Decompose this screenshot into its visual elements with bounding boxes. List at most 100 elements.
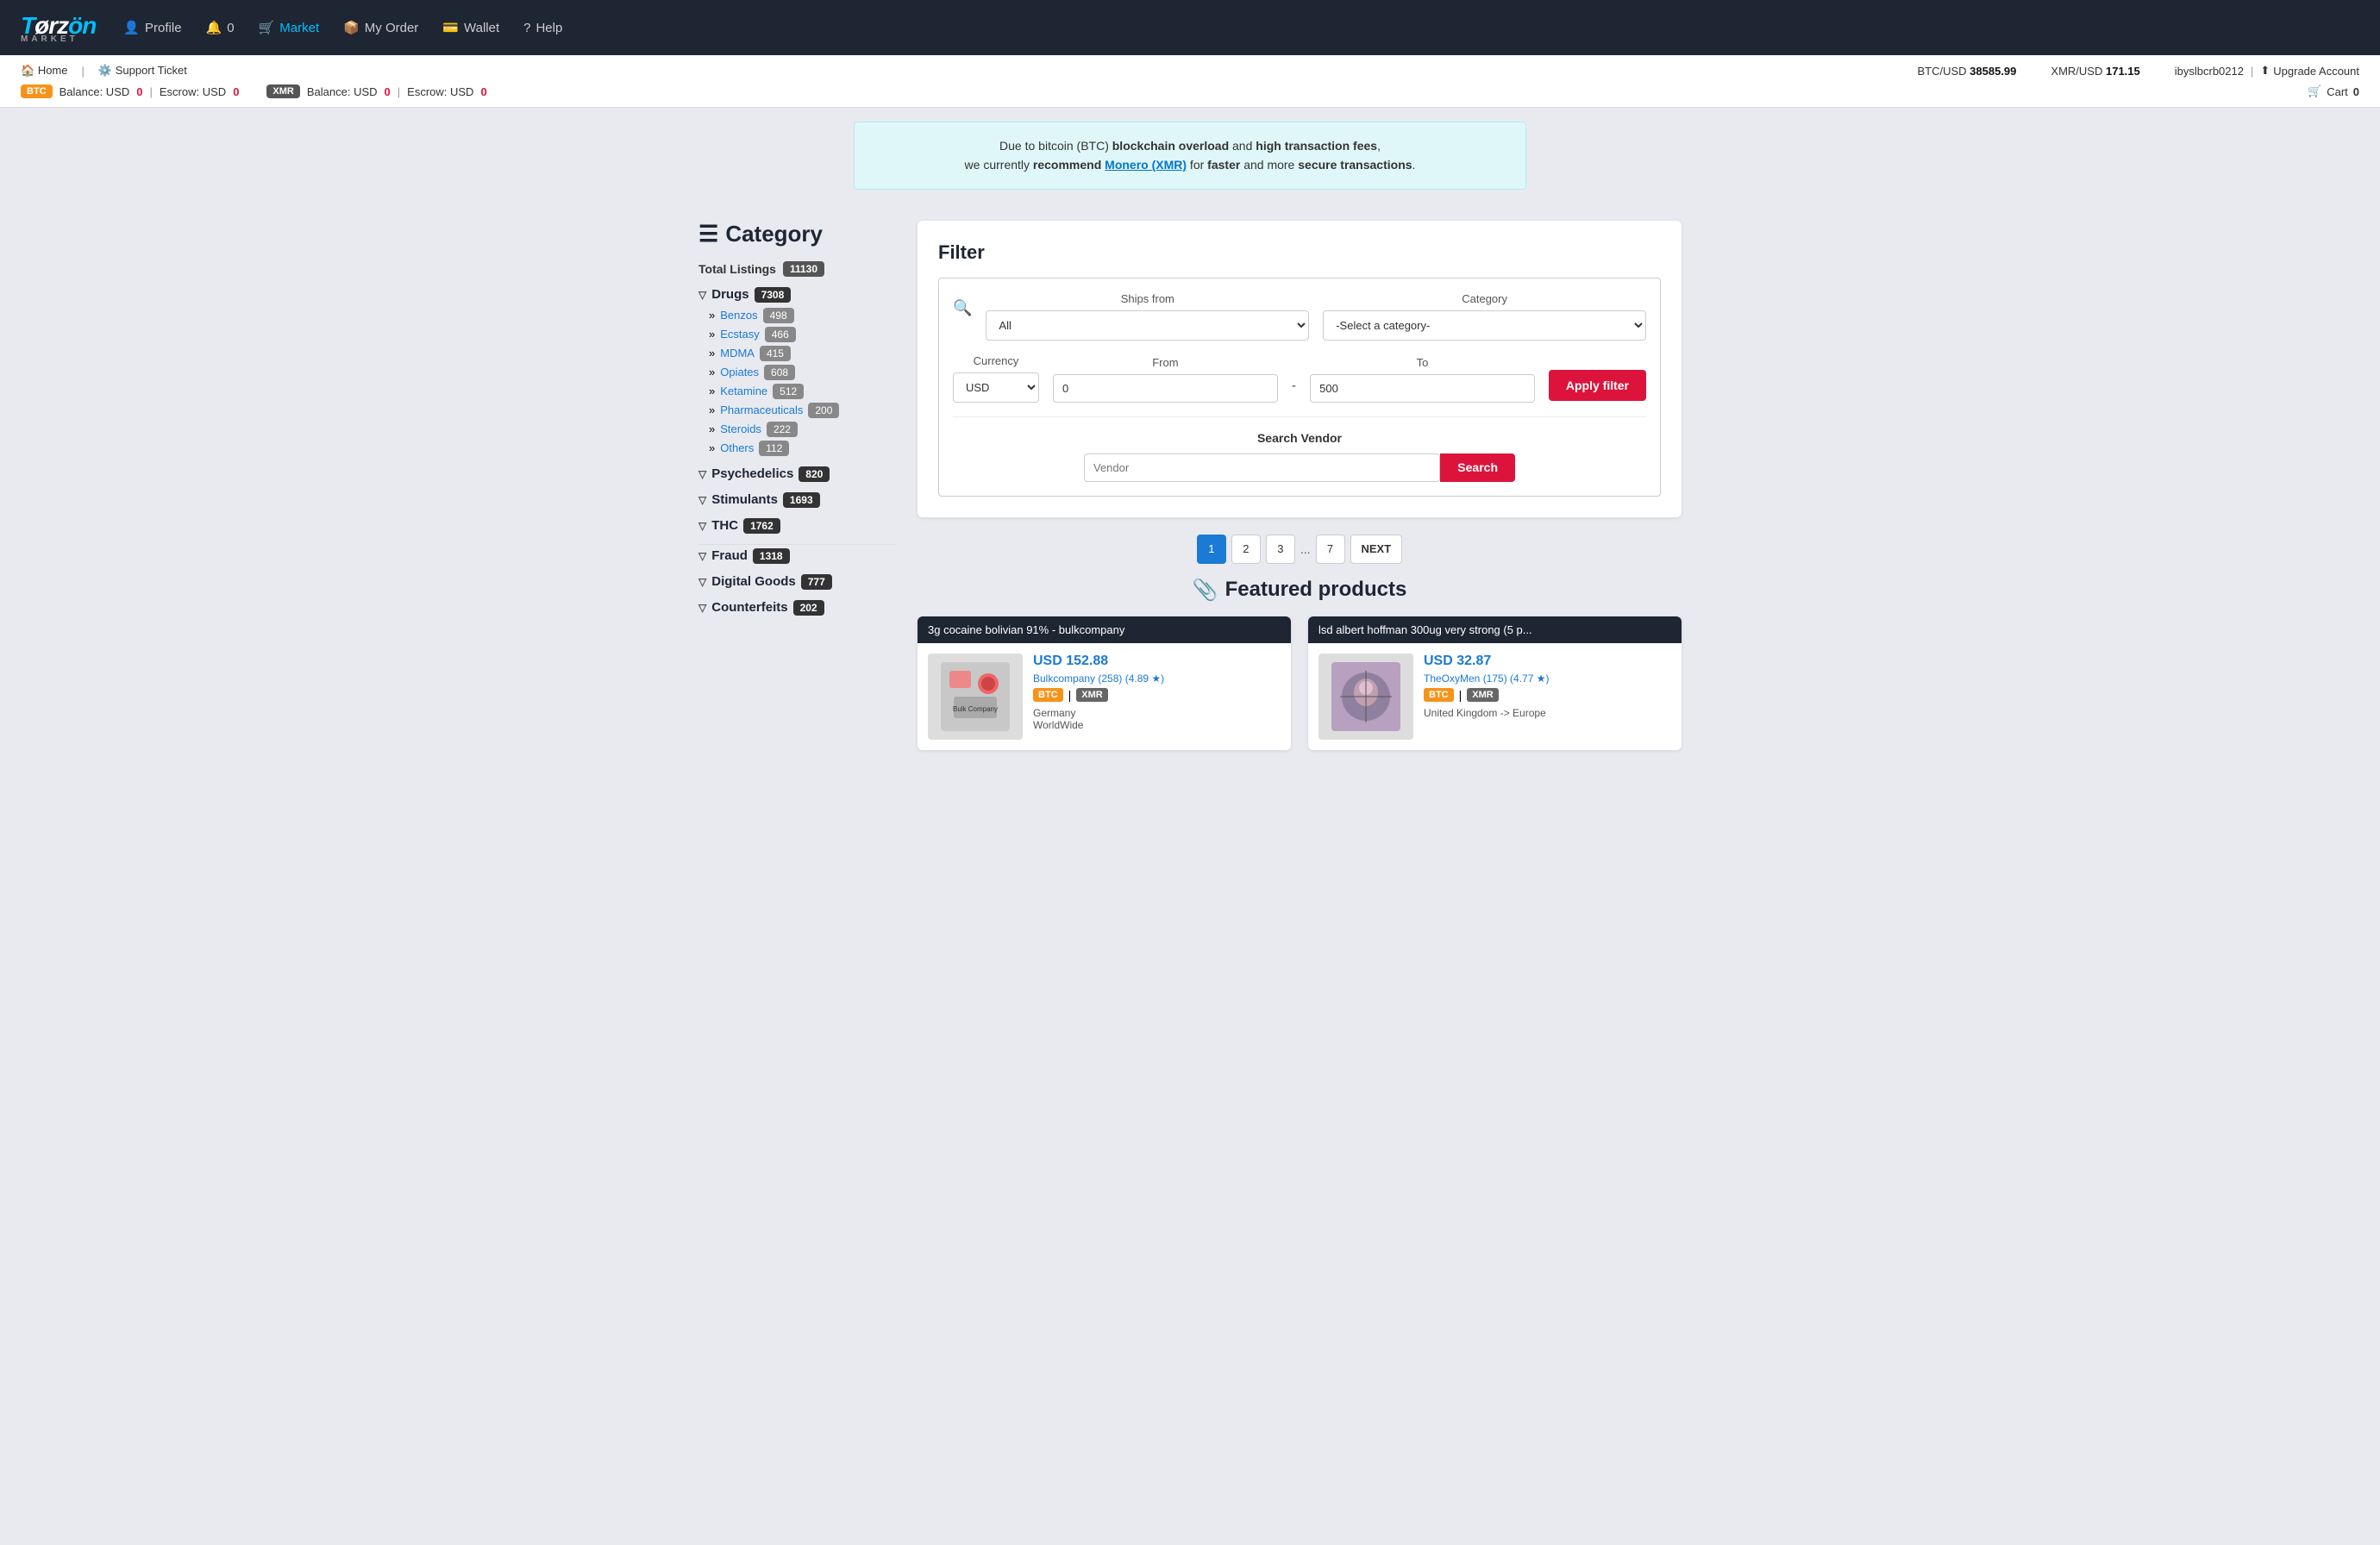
product-2-coins: BTC | XMR xyxy=(1424,688,1671,702)
apply-filter-button[interactable]: Apply filter xyxy=(1549,370,1646,401)
support-icon: ⚙️ xyxy=(98,64,112,77)
category-digital-goods: ▽ Digital Goods 777 xyxy=(698,574,897,590)
currency-label: Currency xyxy=(953,354,1039,367)
drugs-count: 7308 xyxy=(755,287,792,303)
list-item: » MDMA 415 xyxy=(709,346,897,361)
from-label: From xyxy=(1053,356,1278,369)
subcat-mdma[interactable]: MDMA xyxy=(720,347,755,360)
nav-myorder[interactable]: 📦 My Order xyxy=(343,20,418,35)
cat-header-stimulants[interactable]: ▽ Stimulants 1693 xyxy=(698,492,897,508)
products-grid: 3g cocaine bolivian 91% - bulkcompany Bu… xyxy=(918,616,1682,750)
total-listings: Total Listings 11130 xyxy=(698,261,897,277)
subcat-benzos[interactable]: Benzos xyxy=(720,309,757,322)
subcat-pharmaceuticals[interactable]: Pharmaceuticals xyxy=(720,403,803,416)
pagination: 1 2 3 ... 7 NEXT xyxy=(918,535,1682,564)
wallet-icon: 💳 xyxy=(442,20,459,35)
vendor-input[interactable] xyxy=(1084,453,1440,482)
product-1-body: Bulk Company USD 152.88 Bulkcompany (258… xyxy=(918,643,1291,750)
nav-wallet[interactable]: 💳 Wallet xyxy=(442,20,499,35)
filter-box: 🔍 Ships from All Category -Select a cate… xyxy=(938,278,1661,497)
product-1-origin: Germany WorldWide xyxy=(1033,707,1281,731)
xmr-escrow-value: 0 xyxy=(480,85,486,98)
from-block: From xyxy=(1053,356,1278,403)
category-thc: ▽ THC 1762 xyxy=(698,518,897,534)
cat-header-fraud[interactable]: ▽ Fraud 1318 xyxy=(698,548,897,564)
stimulants-count: 1693 xyxy=(783,492,820,508)
search-vendor-button[interactable]: Search xyxy=(1440,453,1515,482)
list-icon: ☰ xyxy=(698,221,718,247)
filter-row1: 🔍 Ships from All Category -Select a cate… xyxy=(953,292,1646,341)
xmr-balance-block: XMR Balance: USD 0 | Escrow: USD 0 xyxy=(266,84,486,98)
navbar: TørzönMARKET 👤 Profile 🔔 0 🛒 Market 📦 My… xyxy=(0,0,2380,55)
thc-count: 1762 xyxy=(743,518,780,534)
list-item: » Steroids 222 xyxy=(709,422,897,437)
xmr-balance-label: Balance: USD xyxy=(307,85,378,98)
triangle-icon: ▽ xyxy=(698,494,706,506)
digital-goods-count: 777 xyxy=(801,574,832,590)
psychedelics-count: 820 xyxy=(799,466,830,482)
product-2-vendor: TheOxyMen (175) (4.77 ★) xyxy=(1424,672,1671,685)
range-dash: - xyxy=(1292,378,1296,403)
page-2-button[interactable]: 2 xyxy=(1231,535,1261,564)
ships-from-select[interactable]: All xyxy=(986,310,1309,341)
next-page-button[interactable]: NEXT xyxy=(1350,535,1403,564)
nav-help[interactable]: ? Help xyxy=(523,21,562,35)
page-3-button[interactable]: 3 xyxy=(1266,535,1295,564)
btc-balance-label: Balance: USD xyxy=(60,85,130,98)
search-icon: 🔍 xyxy=(953,292,972,317)
nav-notifications[interactable]: 🔔 0 xyxy=(206,20,235,35)
xmr-rate: XMR/USD 171.15 xyxy=(2051,65,2139,78)
filter-title: Filter xyxy=(938,241,1661,264)
page-7-button[interactable]: 7 xyxy=(1316,535,1345,564)
subcat-steroids[interactable]: Steroids xyxy=(720,422,761,435)
sidebar-title: ☰ Category xyxy=(698,221,897,247)
product-1-vendor: Bulkcompany (258) (4.89 ★) xyxy=(1033,672,1281,685)
cat-header-drugs[interactable]: ▽ Drugs 7308 xyxy=(698,287,897,303)
triangle-icon: ▽ xyxy=(698,576,706,588)
subcat-ecstasy[interactable]: Ecstasy xyxy=(720,328,760,341)
vendor-section-label: Search Vendor xyxy=(953,431,1646,445)
support-link[interactable]: ⚙️ Support Ticket xyxy=(98,64,187,78)
topbar: 🏠 Home | ⚙️ Support Ticket BTC/USD 38585… xyxy=(0,55,2380,108)
category-psychedelics: ▽ Psychedelics 820 xyxy=(698,466,897,482)
logo: TørzönMARKET xyxy=(21,12,96,44)
help-icon: ? xyxy=(523,21,530,35)
xmr-coin: XMR xyxy=(1076,688,1107,702)
total-count: 11130 xyxy=(783,261,824,277)
subcat-ketamine[interactable]: Ketamine xyxy=(720,385,767,397)
xmr-coin: XMR xyxy=(1467,688,1498,702)
subcat-opiates[interactable]: Opiates xyxy=(720,366,759,378)
username: ibyslbcrb0212 xyxy=(2175,65,2244,78)
home-link[interactable]: 🏠 Home xyxy=(21,64,68,78)
cat-header-thc[interactable]: ▽ THC 1762 xyxy=(698,518,897,534)
product-1-info: USD 152.88 Bulkcompany (258) (4.89 ★) BT… xyxy=(1033,654,1281,740)
cat-header-counterfeits[interactable]: ▽ Counterfeits 202 xyxy=(698,600,897,616)
product-card-1: 3g cocaine bolivian 91% - bulkcompany Bu… xyxy=(918,616,1291,750)
to-input[interactable] xyxy=(1310,374,1535,403)
subcat-others[interactable]: Others xyxy=(720,441,754,454)
monero-link[interactable]: Monero (XMR) xyxy=(1105,158,1187,172)
nav-profile[interactable]: 👤 Profile xyxy=(123,20,181,35)
list-item: » Ketamine 512 xyxy=(709,384,897,399)
list-item: » Pharmaceuticals 200 xyxy=(709,403,897,418)
from-input[interactable] xyxy=(1053,374,1278,403)
list-item: » Others 112 xyxy=(709,441,897,456)
currency-select[interactable]: USD xyxy=(953,372,1039,403)
filter-panel: Filter 🔍 Ships from All Category -Selec xyxy=(918,221,1682,517)
product-1-price: USD 152.88 xyxy=(1033,654,1281,669)
category-select[interactable]: -Select a category- xyxy=(1323,310,1646,341)
cat-header-digital-goods[interactable]: ▽ Digital Goods 777 xyxy=(698,574,897,590)
list-item: » Ecstasy 466 xyxy=(709,327,897,342)
ships-from-label: Ships from xyxy=(986,292,1309,305)
cat-header-psychedelics[interactable]: ▽ Psychedelics 820 xyxy=(698,466,897,482)
profile-icon: 👤 xyxy=(123,20,140,35)
triangle-icon: ▽ xyxy=(698,550,706,562)
page-1-button[interactable]: 1 xyxy=(1197,535,1226,564)
nav-market[interactable]: 🛒 Market xyxy=(259,20,320,35)
product-2-origin: United Kingdom -> Europe xyxy=(1424,707,1671,719)
cart-block: 🛒 Cart 0 xyxy=(2308,84,2359,98)
upgrade-link[interactable]: ⬆ Upgrade Account xyxy=(2260,64,2359,78)
product-1-image: Bulk Company xyxy=(928,654,1023,740)
filter-row2: Currency USD From - To Apply filter xyxy=(953,354,1646,403)
triangle-icon: ▽ xyxy=(698,602,706,614)
